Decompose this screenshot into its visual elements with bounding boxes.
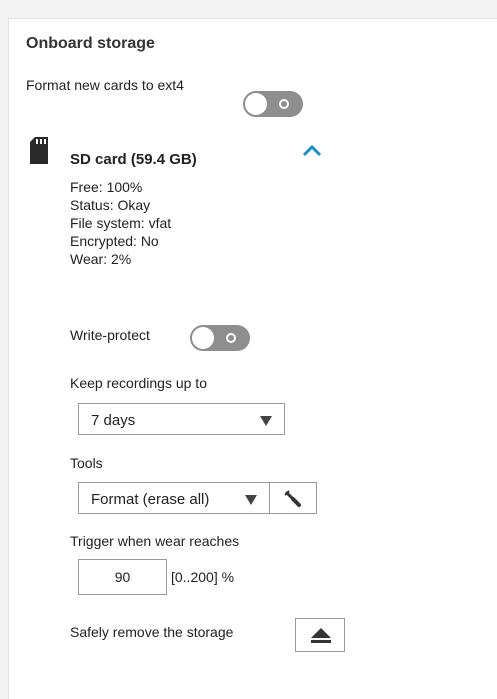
chevron-up-icon[interactable] (301, 143, 323, 157)
trigger-range-text: [0..200] % (171, 569, 235, 585)
eject-icon (311, 628, 331, 643)
trigger-wear-label: Trigger when wear reaches (70, 533, 240, 549)
section-title: Onboard storage (26, 35, 155, 52)
keep-recordings-select[interactable]: 7 days (78, 403, 285, 435)
sd-card-title: SD card (59.4 GB) (70, 151, 197, 168)
toggle-off-indicator (226, 333, 236, 343)
filesystem-text: File system: vfat (70, 215, 172, 231)
toggle-off-indicator (279, 99, 289, 109)
tools-label: Tools (70, 455, 103, 471)
tools-value: Format (erase all) (91, 491, 210, 508)
write-protect-toggle[interactable] (190, 325, 250, 351)
write-protect-label: Write-protect (70, 327, 150, 343)
tools-select[interactable]: Format (erase all) (78, 482, 270, 514)
format-ext4-label: Format new cards to ext4 (26, 77, 184, 93)
format-ext4-toggle[interactable] (243, 91, 303, 117)
dropdown-arrow-icon (260, 416, 272, 426)
wrench-icon (284, 490, 301, 507)
encrypted-text: Encrypted: No (70, 233, 159, 249)
toggle-knob (245, 93, 267, 115)
status-text: Status: Okay (70, 197, 151, 213)
toggle-knob (192, 327, 214, 349)
wear-text: Wear: 2% (70, 251, 132, 267)
keep-recordings-label: Keep recordings up to (70, 375, 207, 391)
run-tool-button[interactable] (269, 482, 317, 514)
card-info: Free: 100% Status: Okay File system: vfa… (70, 178, 171, 268)
storage-panel (8, 18, 497, 699)
eject-button[interactable] (295, 618, 345, 652)
free-text: Free: 100% (70, 179, 143, 195)
keep-recordings-value: 7 days (91, 412, 136, 429)
remove-storage-label: Safely remove the storage (70, 624, 234, 640)
sd-card-icon (30, 137, 48, 164)
dropdown-arrow-icon (245, 495, 257, 505)
trigger-wear-input[interactable] (78, 559, 167, 595)
